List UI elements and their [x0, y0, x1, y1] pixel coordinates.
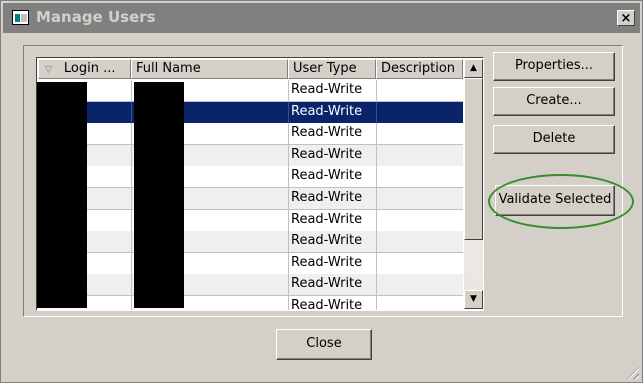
table-row[interactable]: Read-Write: [38, 80, 463, 102]
window-title: Manage Users: [36, 8, 156, 26]
resize-grip-icon[interactable]: [627, 367, 639, 379]
description-cell: [376, 274, 463, 295]
user-type-cell: Read-Write: [291, 146, 363, 162]
column-header-full-name[interactable]: Full Name: [131, 59, 288, 79]
description-cell: [376, 102, 463, 123]
table-row[interactable]: Read-Write: [38, 296, 463, 311]
column-header-user-type[interactable]: User Type: [288, 59, 376, 79]
table-row[interactable]: Read-Write: [38, 274, 463, 297]
user-type-cell: Read-Write: [291, 298, 363, 311]
user-type-cell: Read-Write: [291, 168, 363, 184]
table-row[interactable]: Read-Write: [38, 252, 463, 275]
table-row[interactable]: Read-Write: [38, 101, 463, 124]
title-bar[interactable]: Manage Users ×: [3, 3, 640, 33]
description-cell: [376, 296, 463, 310]
scroll-up-icon[interactable]: ▲: [464, 59, 483, 78]
user-type-cell: Read-Write: [291, 233, 363, 249]
user-type-cell: Read-Write: [291, 211, 363, 227]
window-app-icon: [12, 10, 29, 25]
table-row[interactable]: Read-Write: [38, 144, 463, 167]
delete-button[interactable]: Delete: [493, 125, 615, 154]
description-cell: [376, 166, 463, 187]
redacted-login-column: [37, 82, 87, 308]
table-row[interactable]: Read-Write: [38, 166, 463, 189]
description-cell: [376, 210, 463, 231]
close-button[interactable]: Close: [276, 329, 372, 360]
scroll-down-icon[interactable]: ▼: [464, 290, 483, 309]
table-row[interactable]: Read-Write: [38, 231, 463, 254]
sort-indicator-icon: ▽: [45, 65, 52, 75]
column-header-description[interactable]: Description: [376, 59, 463, 79]
description-cell: [376, 123, 463, 144]
user-type-cell: Read-Write: [291, 82, 363, 97]
description-cell: [376, 145, 463, 166]
redacted-full-name-column: [134, 82, 184, 308]
close-window-icon[interactable]: ×: [617, 10, 635, 26]
table-row[interactable]: Read-Write: [38, 188, 463, 210]
description-cell: [376, 231, 463, 252]
user-type-cell: Read-Write: [291, 125, 363, 141]
properties-button[interactable]: Properties...: [493, 52, 615, 81]
user-type-cell: Read-Write: [291, 103, 363, 119]
table-row[interactable]: Read-Write: [38, 123, 463, 146]
description-cell: [376, 188, 463, 209]
scrollbar-thumb[interactable]: [464, 78, 483, 240]
column-header-label: Login ...: [63, 61, 116, 76]
column-header-login[interactable]: ▽ Login ...: [38, 59, 131, 79]
user-type-cell: Read-Write: [291, 190, 363, 205]
table-row[interactable]: Read-Write: [38, 209, 463, 232]
annotation-highlight-ring: [488, 174, 634, 229]
create-button[interactable]: Create...: [493, 87, 615, 116]
user-type-cell: Read-Write: [291, 276, 363, 292]
description-cell: [376, 253, 463, 274]
vertical-scrollbar[interactable]: ▲ ▼: [464, 59, 483, 309]
user-type-cell: Read-Write: [291, 254, 363, 270]
description-cell: [376, 80, 463, 101]
users-table: ▽ Login ... Full Name User Type Descripti…: [36, 57, 484, 311]
manage-users-dialog: Manage Users × ▽ Login ... Full Name User…: [0, 0, 643, 383]
